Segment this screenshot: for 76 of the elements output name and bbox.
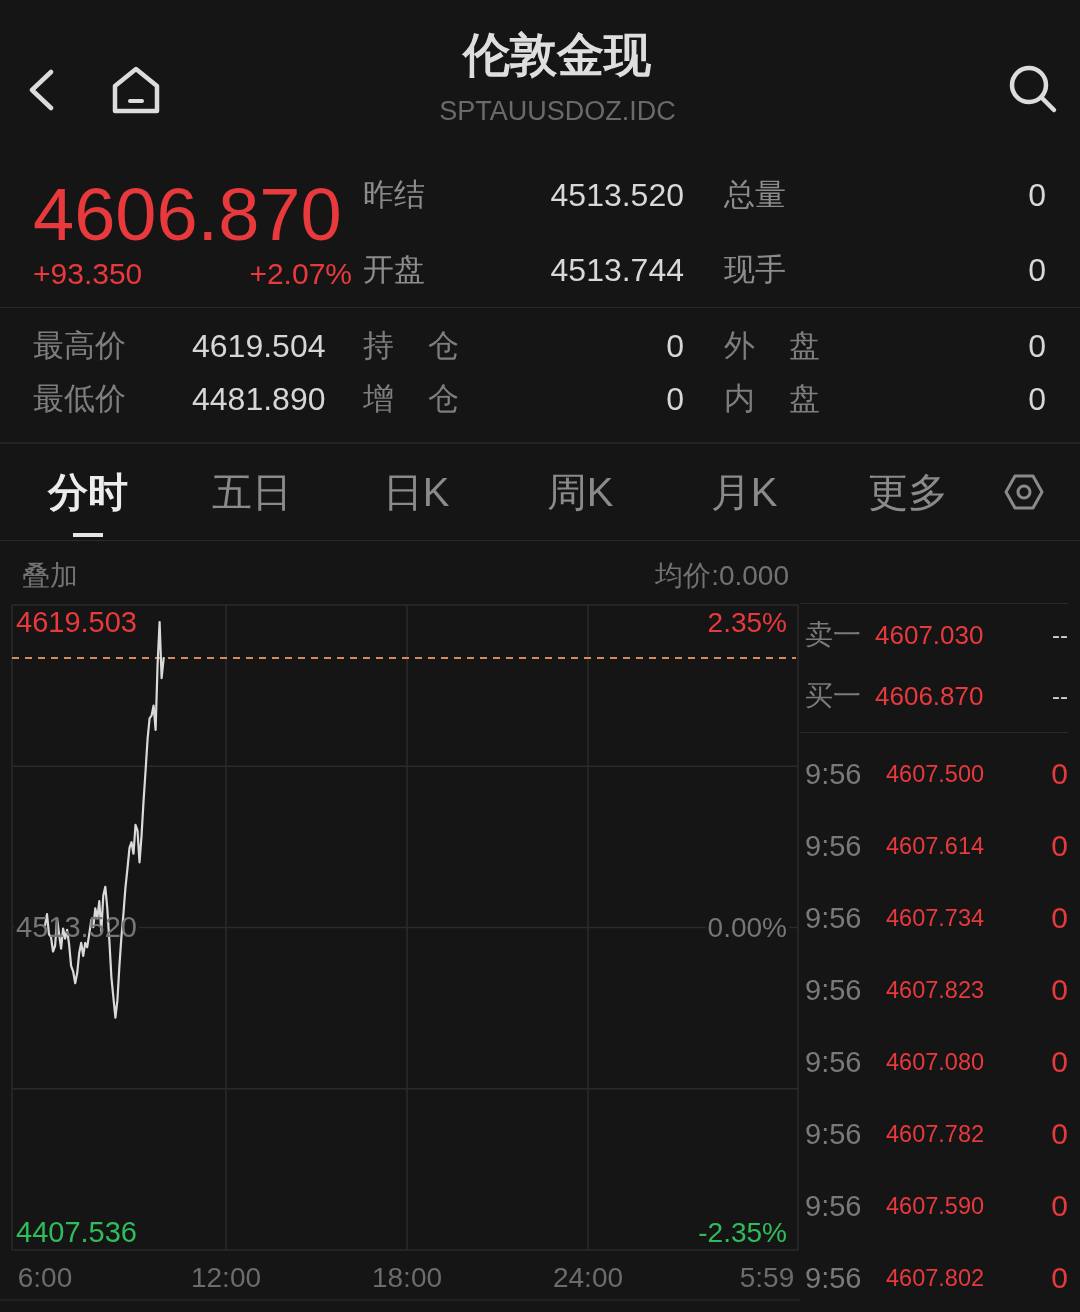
period-tab[interactable]: 更多 (826, 444, 990, 540)
stat-label: 外 盘 (724, 327, 820, 364)
symbol-code: SPTAUUSDOZ.IDC (439, 95, 676, 127)
quote-value: 4513.520 (550, 176, 684, 213)
stat-value: 0 (666, 327, 684, 364)
trade-volume: 0 (1051, 829, 1068, 863)
order-level-label: 买一 (805, 679, 861, 712)
trade-time: 9:56 (805, 1189, 862, 1223)
time-axis-label: 12:00 (190, 1262, 262, 1293)
search-icon[interactable] (1008, 64, 1058, 114)
trade-volume: 0 (1051, 757, 1068, 791)
trade-time: 9:56 (805, 829, 862, 863)
time-axis-label: 18:00 (371, 1262, 443, 1293)
quote-label: 开盘 (363, 251, 425, 288)
stat-value: 0 (1028, 327, 1046, 364)
order-volume: -- (1052, 681, 1068, 710)
time-axis-label: 5:59 (739, 1262, 795, 1293)
order-price: 4607.030 (875, 619, 984, 650)
home-icon[interactable] (111, 66, 161, 114)
stat-value: 0 (1028, 380, 1046, 417)
trade-time: 9:56 (805, 1261, 862, 1295)
price-axis-label: 4619.503 (16, 606, 137, 638)
last-price: 4606.870 (33, 175, 342, 255)
average-price-label: 均价:0.000 (655, 560, 789, 592)
trade-volume: 0 (1051, 901, 1068, 935)
trade-price: 4607.802 (886, 1264, 985, 1292)
period-tab[interactable]: 周K (498, 444, 662, 540)
stat-label: 最低价 (33, 380, 126, 417)
stat-value: 0 (666, 380, 684, 417)
time-axis-label: 24:00 (552, 1262, 624, 1293)
back-icon[interactable] (27, 69, 55, 111)
quote-label: 总量 (724, 176, 786, 213)
order-level-label: 卖一 (805, 618, 861, 651)
trade-time: 9:56 (805, 1117, 862, 1151)
trade-volume: 0 (1051, 973, 1068, 1007)
trade-price: 4607.614 (886, 832, 985, 860)
stat-label: 增 仓 (363, 380, 459, 417)
percent-axis-label: 2.35% (707, 607, 787, 638)
stat-label: 持 仓 (363, 327, 459, 364)
order-volume: -- (1052, 620, 1068, 649)
page-title: 伦敦金现 (463, 27, 652, 83)
trade-price: 4607.734 (886, 904, 985, 932)
percent-axis-label: -2.35% (698, 1217, 787, 1248)
period-tab[interactable]: 月K (662, 444, 826, 540)
stat-value: 4481.890 (192, 380, 326, 417)
trade-volume: 0 (1051, 1261, 1068, 1295)
trade-price: 4607.080 (886, 1048, 985, 1076)
trade-price: 4607.500 (886, 760, 985, 788)
settings-icon[interactable] (1004, 473, 1044, 511)
percent-axis-label: 0.00% (707, 912, 787, 943)
trade-time: 9:56 (805, 1045, 862, 1079)
trade-time: 9:56 (805, 973, 862, 1007)
stat-label: 内 盘 (724, 380, 820, 417)
time-axis-label: 6:00 (17, 1262, 73, 1293)
quote-value: 0 (1028, 176, 1046, 213)
period-tab[interactable]: 五日 (170, 444, 334, 540)
price-change: +93.350 (33, 257, 143, 291)
trade-price: 4607.590 (886, 1192, 985, 1220)
trade-time: 9:56 (805, 757, 862, 791)
period-tab[interactable]: 日K (334, 444, 498, 540)
quote-value: 0 (1028, 251, 1046, 288)
price-axis-label: 4407.536 (16, 1216, 137, 1248)
trade-volume: 0 (1051, 1117, 1068, 1151)
trade-volume: 0 (1051, 1045, 1068, 1079)
trade-price: 4607.823 (886, 976, 985, 1004)
quote-label: 昨结 (363, 176, 425, 213)
stat-value: 4619.504 (192, 327, 326, 364)
overlay-button[interactable]: 叠加 (22, 560, 78, 592)
percent-change: +2.07% (249, 257, 352, 291)
trade-price: 4607.782 (886, 1120, 985, 1148)
order-price: 4606.870 (875, 680, 984, 711)
quote-label: 现手 (724, 251, 786, 288)
quote-value: 4513.744 (550, 251, 684, 288)
trade-time: 9:56 (805, 901, 862, 935)
stat-label: 最高价 (33, 327, 126, 364)
trade-volume: 0 (1051, 1189, 1068, 1223)
